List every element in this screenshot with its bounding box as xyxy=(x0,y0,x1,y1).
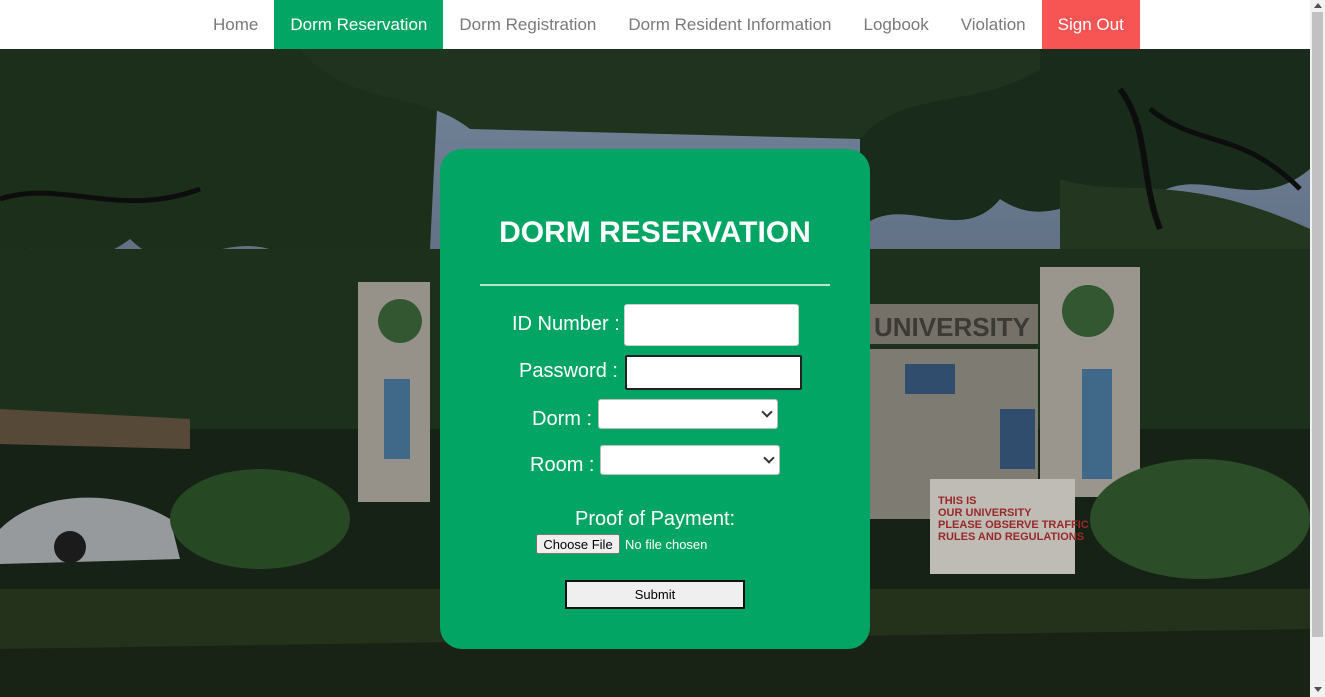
scroll-down-icon[interactable] xyxy=(1314,687,1322,692)
chevron-down-icon xyxy=(761,406,773,418)
nav-list: Home Dorm Reservation Dorm Registration … xyxy=(197,0,1140,49)
nav-dorm-reservation[interactable]: Dorm Reservation xyxy=(274,0,444,49)
nav-home[interactable]: Home xyxy=(197,0,274,49)
room-label: Room : xyxy=(530,454,595,476)
room-select[interactable] xyxy=(600,445,780,475)
scroll-thumb[interactable] xyxy=(1312,12,1323,637)
id-number-label: ID Number : xyxy=(512,313,620,335)
scroll-up-icon[interactable] xyxy=(1314,3,1322,8)
dorm-select[interactable] xyxy=(598,399,778,429)
dorm-label: Dorm : xyxy=(532,408,592,430)
nav-sign-out[interactable]: Sign Out xyxy=(1041,0,1140,49)
title-divider xyxy=(480,284,830,286)
nav-dorm-resident-information[interactable]: Dorm Resident Information xyxy=(612,0,847,49)
nav-violation[interactable]: Violation xyxy=(945,0,1042,49)
password-label: Password : xyxy=(519,360,618,382)
choose-file-button[interactable]: Choose File xyxy=(536,534,620,554)
vertical-scrollbar[interactable] xyxy=(1310,0,1325,697)
submit-button[interactable]: Submit xyxy=(565,580,745,609)
password-input[interactable] xyxy=(625,355,802,390)
file-status-text: No file chosen xyxy=(625,537,708,552)
form-title: DORM RESERVATION xyxy=(499,216,811,249)
chevron-down-icon xyxy=(763,452,775,464)
nav-logbook[interactable]: Logbook xyxy=(848,0,945,49)
id-number-input[interactable] xyxy=(624,304,799,346)
nav-dorm-registration[interactable]: Dorm Registration xyxy=(443,0,612,49)
proof-of-payment-label: Proof of Payment: xyxy=(575,508,736,530)
top-navbar: Home Dorm Reservation Dorm Registration … xyxy=(0,0,1310,49)
